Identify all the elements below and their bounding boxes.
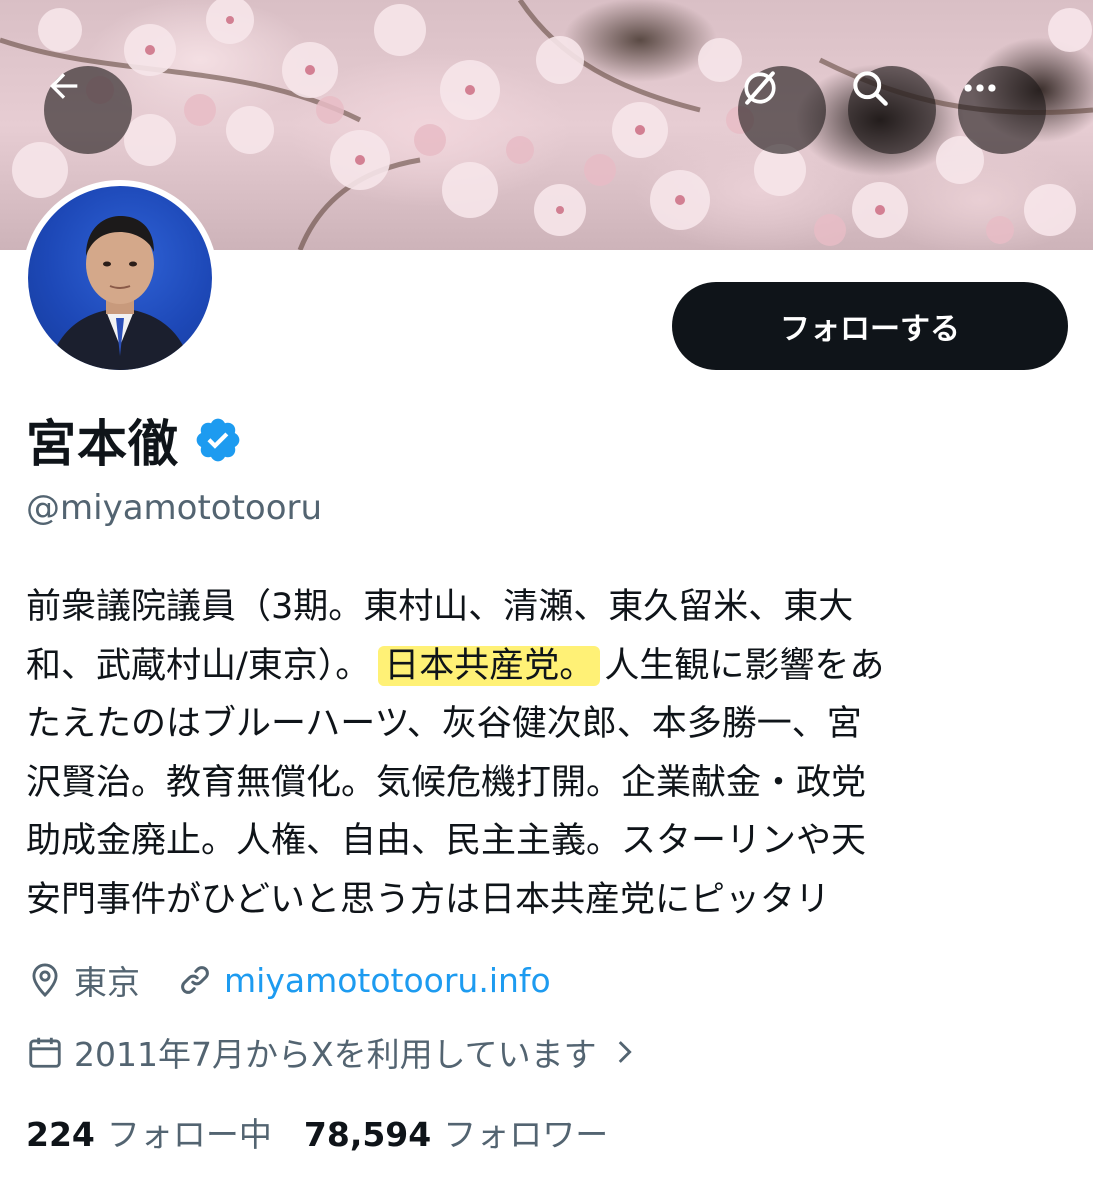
bio-line: 沢賢治。教育無償化。気候危機打開。企業献金・政党 (26, 762, 867, 803)
grok-button[interactable] (738, 66, 826, 154)
back-button[interactable] (44, 66, 132, 154)
more-icon (964, 84, 996, 92)
website[interactable]: miyamototooru.info (176, 961, 551, 1000)
bio-line: 助成金廃止。人権、自由、民主主義。スターリンや天 (26, 821, 867, 861)
avatar[interactable] (22, 180, 218, 376)
search-icon (853, 71, 888, 106)
followers-label: フォロワー (443, 1115, 609, 1154)
verified-badge-icon[interactable] (193, 415, 243, 465)
profile-meta: 東京 miyamototooru.info (26, 956, 587, 1004)
follow-stats: 224 フォロー中 78,594 フォロワー (26, 1108, 640, 1156)
bio-line: 前衆議院議員（3期。東村山、清瀬、東久留米、東大 (26, 587, 854, 627)
search-button[interactable] (848, 66, 936, 154)
bio: 前衆議院議員（3期。東村山、清瀬、東久留米、東大 和、武蔵村山/東京）。 日本共産… (26, 578, 1066, 929)
bio-line: たえたのはブルーハーツ、灰谷健次郎、本多勝一、宮 (26, 704, 862, 744)
avatar-photo (28, 186, 212, 370)
following-stat[interactable]: 224 フォロー中 (26, 1108, 272, 1156)
arrow-left-icon (50, 73, 78, 99)
joined-text: 2011年7月からXを利用しています (74, 1035, 597, 1074)
bio-line: 安門事件がひどいと思う方は日本共産党にピッタリ (26, 879, 830, 920)
bio-text: 和、武蔵村山/東京）。 (26, 645, 371, 686)
link-icon (181, 966, 209, 994)
follow-button[interactable]: フォローする (672, 282, 1068, 370)
avatar-portrait (48, 216, 192, 370)
name-row: 宮本徹 (26, 404, 243, 476)
bio-text: 人生観に影響をあ (604, 645, 885, 686)
following-label: フォロー中 (106, 1115, 272, 1154)
more-button[interactable] (958, 66, 1046, 154)
calendar-icon (29, 1037, 61, 1068)
bio-line: 和、武蔵村山/東京）。 日本共産党。 人生観に影響をあ (26, 637, 1066, 696)
chevron-right-icon (618, 1041, 632, 1063)
highlighted-party-text: 日本共産党。 (378, 645, 601, 686)
handle: @miyamototooru (26, 488, 323, 528)
display-name: 宮本徹 (26, 415, 179, 473)
website-link[interactable]: miyamototooru.info (224, 961, 551, 1000)
followers-count: 78,594 (303, 1115, 432, 1154)
location: 東京 (26, 956, 140, 1004)
location-text: 東京 (74, 963, 140, 1002)
followers-stat[interactable]: 78,594 フォロワー (304, 1108, 608, 1156)
location-pin-icon (32, 963, 58, 998)
grok-icon (744, 71, 776, 105)
following-count: 224 (26, 1115, 95, 1154)
joined-row[interactable]: 2011年7月からXを利用しています (26, 1028, 641, 1076)
